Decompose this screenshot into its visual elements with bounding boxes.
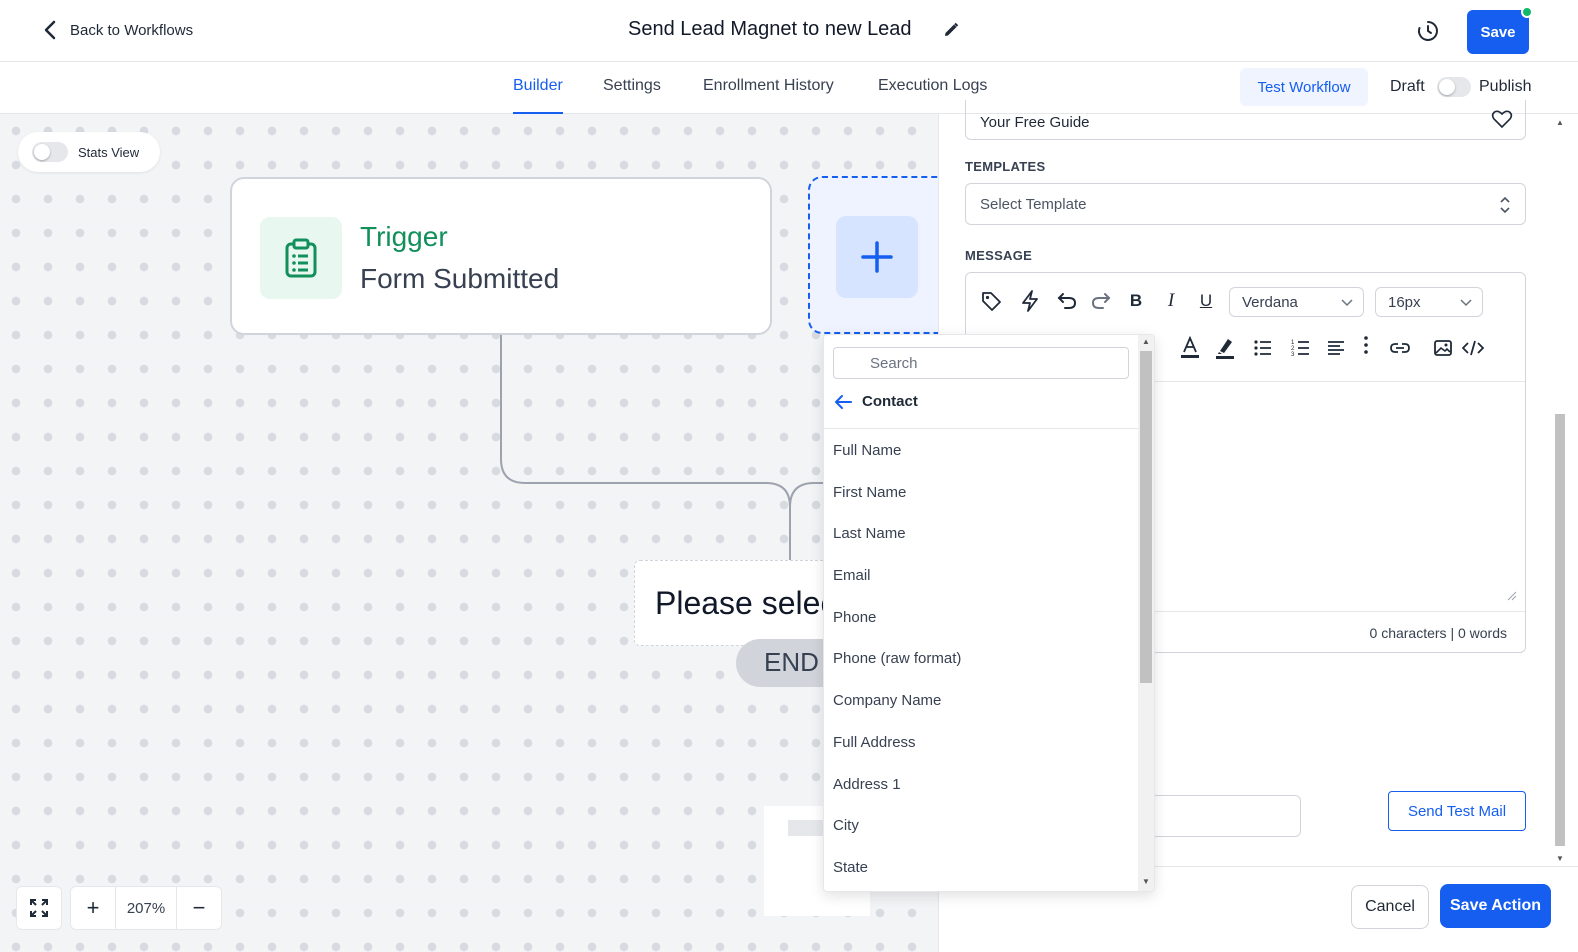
font-family-select[interactable]: Verdana [1229, 287, 1364, 317]
list-item-full-name[interactable]: Full Name [824, 429, 1138, 471]
template-placeholder: Select Template [980, 196, 1087, 213]
fit-view-button-wrap [16, 886, 62, 930]
dropdown-back-button[interactable]: Contact [834, 393, 918, 410]
publish-label: Publish [1479, 78, 1532, 95]
template-select[interactable]: Select Template [965, 183, 1526, 225]
link-icon[interactable] [1387, 335, 1413, 361]
tab-enrollment-history[interactable]: Enrollment History [703, 77, 834, 114]
numbered-list-icon[interactable]: 123 [1288, 335, 1314, 361]
list-item-city[interactable]: City [824, 804, 1138, 846]
chevron-down-icon [1341, 299, 1353, 307]
tab-settings[interactable]: Settings [603, 77, 661, 114]
templates-label: TEMPLATES [965, 159, 1046, 174]
tag-icon[interactable] [978, 288, 1004, 314]
workflow-canvas[interactable]: Stats View Trigger Form Submitted Please… [0, 114, 938, 952]
dropdown-category-label: Contact [862, 393, 918, 410]
list-item-last-name[interactable]: Last Name [824, 512, 1138, 554]
top-bar: Back to Workflows Send Lead Magnet to ne… [0, 0, 1578, 62]
image-icon[interactable] [1430, 335, 1456, 361]
draft-label: Draft [1390, 78, 1425, 95]
scroll-up-arrow-icon[interactable]: ▲ [1142, 337, 1150, 346]
zoom-out-button[interactable]: − [177, 887, 221, 929]
list-item-phone[interactable]: Phone [824, 596, 1138, 638]
text-color-icon[interactable] [1177, 335, 1203, 361]
expand-icon[interactable] [17, 887, 61, 929]
svg-text:3: 3 [1291, 352, 1295, 357]
arrow-left-icon [835, 394, 852, 409]
plus-icon [836, 216, 918, 298]
zoom-stepper: + 207% − [70, 886, 222, 930]
list-item-first-name[interactable]: First Name [824, 471, 1138, 513]
scroll-down-arrow-icon[interactable]: ▼ [1142, 877, 1150, 886]
add-trigger-node[interactable] [808, 176, 938, 334]
cancel-button[interactable]: Cancel [1351, 885, 1429, 929]
trigger-title: Trigger [360, 221, 448, 252]
chevron-down-icon [1460, 299, 1472, 307]
panel-scroll-thumb[interactable] [1555, 414, 1565, 846]
tab-builder[interactable]: Builder [513, 77, 563, 114]
back-label: Back to Workflows [70, 21, 194, 39]
zoom-level: 207% [115, 887, 177, 929]
back-to-workflows-link[interactable]: Back to Workflows [42, 20, 193, 40]
heart-icon[interactable] [1491, 108, 1513, 130]
test-email-input[interactable] [1139, 795, 1301, 837]
dropdown-list: Full Name First Name Last Name Email Pho… [824, 429, 1138, 888]
font-family-value: Verdana [1242, 294, 1298, 311]
panel-scrollbar[interactable]: ▲ ▼ [1553, 114, 1567, 866]
save-action-button[interactable]: Save Action [1440, 884, 1551, 928]
pencil-icon[interactable] [942, 21, 960, 39]
align-icon[interactable] [1323, 335, 1349, 361]
more-vertical-icon[interactable] [1353, 332, 1379, 358]
highlight-icon[interactable] [1212, 335, 1238, 361]
lightning-icon[interactable] [1017, 288, 1043, 314]
character-count: 0 characters | 0 words [1369, 625, 1507, 641]
dropdown-scrollbar[interactable]: ▲ ▼ [1138, 335, 1154, 891]
publish-toggle[interactable] [1437, 77, 1471, 97]
code-icon[interactable] [1460, 335, 1486, 361]
trigger-subtitle: Form Submitted [360, 263, 560, 294]
toggle-knob [1439, 79, 1455, 95]
clipboard-icon [260, 217, 342, 299]
list-item-full-address[interactable]: Full Address [824, 721, 1138, 763]
save-button[interactable]: Save [1467, 10, 1529, 54]
list-item-email[interactable]: Email [824, 554, 1138, 596]
underline-icon[interactable]: U [1193, 288, 1219, 314]
font-size-value: 16px [1388, 294, 1421, 311]
up-down-chevron-icon [1500, 196, 1510, 214]
zoom-controls: + 207% − [16, 886, 222, 930]
message-label: MESSAGE [965, 248, 1033, 263]
dropdown-search-input[interactable] [833, 347, 1129, 379]
undo-icon[interactable] [1054, 288, 1080, 314]
history-icon[interactable] [1416, 19, 1440, 43]
resize-handle-icon[interactable] [1507, 591, 1517, 601]
subject-field[interactable]: Your Free Guide [965, 100, 1526, 140]
editor-toolbar-row-1: B I U Verdana 16px [966, 273, 1525, 327]
dropdown-scroll-thumb[interactable] [1140, 351, 1152, 683]
bullet-list-icon[interactable] [1250, 335, 1276, 361]
scroll-up-arrow-icon[interactable]: ▲ [1556, 118, 1564, 127]
trigger-node[interactable]: Trigger Form Submitted [230, 177, 772, 335]
bold-icon[interactable]: B [1123, 288, 1149, 314]
redo-icon[interactable] [1088, 288, 1114, 314]
list-item-phone-raw[interactable]: Phone (raw format) [824, 637, 1138, 679]
font-size-select[interactable]: 16px [1375, 287, 1483, 317]
chevron-left-icon [44, 20, 56, 40]
list-item-address-1[interactable]: Address 1 [824, 763, 1138, 805]
list-item-state[interactable]: State [824, 846, 1138, 888]
custom-values-dropdown: Contact Full Name First Name Last Name E… [823, 334, 1155, 892]
workflow-title: Send Lead Magnet to new Lead [628, 18, 912, 40]
send-test-mail-button[interactable]: Send Test Mail [1388, 791, 1526, 831]
unsaved-status-dot [1521, 6, 1533, 18]
list-item-company-name[interactable]: Company Name [824, 679, 1138, 721]
scroll-down-arrow-icon[interactable]: ▼ [1556, 854, 1564, 863]
italic-icon[interactable]: I [1158, 288, 1184, 314]
zoom-in-button[interactable]: + [71, 887, 115, 929]
